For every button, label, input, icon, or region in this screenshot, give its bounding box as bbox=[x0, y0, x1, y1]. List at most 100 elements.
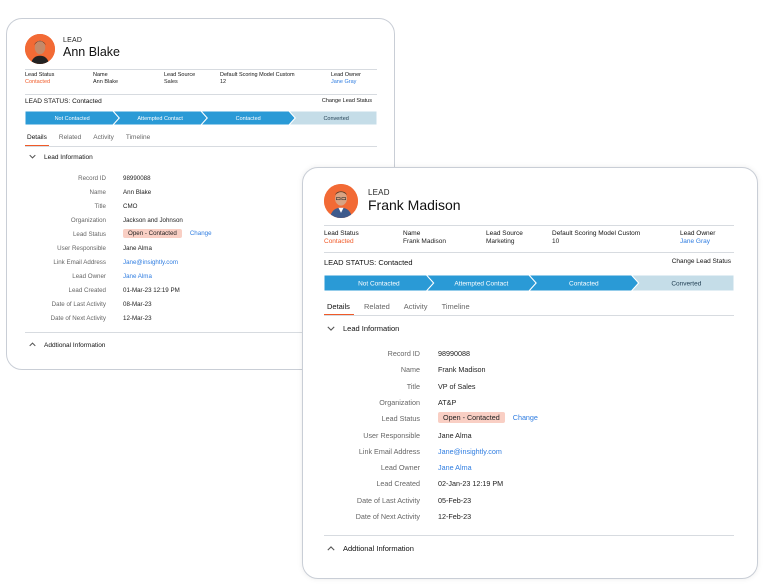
detail-label-date-of-next-activity: Date of Next Activity bbox=[50, 315, 106, 322]
summary-value-name: Frank Madison bbox=[403, 238, 446, 245]
additional-information-section-toggle[interactable]: Addtional Information bbox=[327, 544, 414, 553]
tab-details[interactable]: Details bbox=[327, 302, 350, 311]
lead-information-section-toggle[interactable]: Lead Information bbox=[29, 154, 93, 161]
detail-label-lead-status: Lead Status bbox=[72, 231, 106, 238]
summary-value-name: Ann Blake bbox=[93, 79, 119, 85]
detail-label-lead-owner: Lead Owner bbox=[72, 273, 106, 280]
lead-type-label: LEAD bbox=[368, 188, 390, 197]
summary-label-lead-source: Lead Source bbox=[164, 72, 196, 78]
pipeline-stage-label: Converted bbox=[671, 280, 701, 287]
detail-label-date-of-next-activity: Date of Next Activity bbox=[355, 512, 420, 521]
lead-information-section-toggle[interactable]: Lead Information bbox=[327, 324, 399, 333]
lead-name-heading: Frank Madison bbox=[368, 197, 461, 213]
summary-label-lead-status: Lead Status bbox=[324, 230, 359, 237]
detail-label-record-id: Record ID bbox=[387, 349, 420, 358]
tab-related[interactable]: Related bbox=[364, 302, 390, 311]
status-badge: Open - Contacted bbox=[123, 229, 182, 238]
change-status-link[interactable]: Change bbox=[190, 230, 212, 237]
lead-name-heading: Ann Blake bbox=[63, 45, 120, 59]
detail-label-user-responsible: User Responsible bbox=[57, 245, 106, 252]
summary-label-lead-status: Lead Status bbox=[25, 72, 55, 78]
lead-card-frank-madison: LEAD Frank Madison Lead Status Contacted N… bbox=[302, 167, 758, 579]
detail-label-lead-status: Lead Status bbox=[381, 414, 420, 424]
detail-value-lead-owner[interactable]: Jane Alma bbox=[123, 273, 152, 280]
detail-label-lead-created: Lead Created bbox=[68, 287, 107, 294]
detail-value-lead-owner[interactable]: Jane Alma bbox=[438, 463, 472, 472]
summary-value-default-scoring-model-custom: 12 bbox=[220, 79, 227, 85]
lead-status-pipeline: Not Contacted Attempted Contact Contacted C… bbox=[324, 275, 734, 291]
detail-value-organization: AT&P bbox=[438, 397, 457, 407]
tab-timeline[interactable]: Timeline bbox=[126, 134, 150, 141]
chevron-up-icon bbox=[327, 544, 335, 553]
detail-value-date-of-next-activity: 12-Feb-23 bbox=[438, 512, 472, 521]
detail-label-name: Name bbox=[89, 189, 106, 196]
divider bbox=[324, 252, 734, 253]
detail-value-date-of-next-activity: 12-Mar-23 bbox=[123, 315, 152, 322]
summary-value-lead-owner[interactable]: Jane Gray bbox=[680, 238, 710, 245]
detail-value-record-id: 98990088 bbox=[438, 349, 470, 358]
divider bbox=[324, 225, 734, 226]
pipeline-stage-label: Attempted Contact bbox=[454, 280, 508, 287]
summary-label-default-scoring-model-custom: Default Scoring Model Custom bbox=[552, 230, 641, 237]
divider bbox=[25, 94, 377, 95]
detail-value-organization: Jackson and Johnson bbox=[123, 217, 183, 224]
additional-information-section-toggle[interactable]: Addtional Information bbox=[29, 342, 105, 349]
section-title: Addtional Information bbox=[343, 544, 414, 553]
avatar bbox=[324, 184, 358, 218]
summary-value-lead-status: Contacted bbox=[25, 79, 51, 85]
change-status-link[interactable]: Change bbox=[513, 413, 538, 422]
detail-value-title: CMO bbox=[123, 203, 138, 210]
summary-value-lead-owner[interactable]: Jane Gray bbox=[331, 79, 356, 85]
section-title: Addtional Information bbox=[44, 342, 106, 349]
tab-bar: Details Related Activity Timeline bbox=[27, 134, 150, 141]
tab-activity[interactable]: Activity bbox=[93, 134, 114, 141]
summary-label-name: Name bbox=[93, 72, 108, 78]
chevron-up-icon bbox=[29, 342, 36, 349]
lead-type-label: LEAD bbox=[63, 37, 83, 44]
tab-details[interactable]: Details bbox=[27, 134, 47, 141]
detail-label-date-of-last-activity: Date of Last Activity bbox=[51, 301, 106, 308]
summary-value-lead-source: Sales bbox=[164, 79, 178, 85]
pipeline-stage-label: Not Contacted bbox=[358, 280, 400, 287]
detail-label-title: Title bbox=[406, 381, 420, 391]
section-title: Lead Information bbox=[343, 324, 400, 333]
summary-value-lead-source: Marketing bbox=[486, 238, 515, 245]
section-title: Lead Information bbox=[44, 154, 93, 161]
detail-value-date-of-last-activity: 08-Mar-23 bbox=[123, 301, 152, 308]
change-lead-status-button[interactable]: Change Lead Status bbox=[672, 258, 731, 265]
detail-label-organization: Organization bbox=[70, 217, 106, 224]
detail-value-name: Ann Blake bbox=[123, 189, 152, 196]
detail-value-link-email-address[interactable]: Jane@insightly.com bbox=[123, 259, 178, 266]
detail-label-title: Title bbox=[94, 203, 106, 210]
chevron-down-icon bbox=[327, 324, 335, 333]
detail-label-date-of-last-activity: Date of Last Activity bbox=[356, 495, 420, 505]
summary-label-name: Name bbox=[403, 230, 421, 237]
detail-label-link-email-address: Link Email Address bbox=[53, 259, 106, 266]
lead-status-pipeline: Not Contacted Attempted Contact Contacted C… bbox=[25, 111, 377, 125]
tab-activity[interactable]: Activity bbox=[404, 302, 428, 311]
detail-value-user-responsible: Jane Alma bbox=[123, 245, 152, 252]
detail-label-record-id: Record ID bbox=[78, 175, 106, 182]
detail-label-lead-owner: Lead Owner bbox=[380, 463, 420, 473]
detail-value-lead-created: 02-Jan-23 12:19 PM bbox=[438, 479, 504, 489]
pipeline-stage-label: Attempted Contact bbox=[137, 116, 183, 122]
summary-value-lead-status: Contacted bbox=[324, 238, 354, 245]
avatar bbox=[25, 34, 55, 64]
detail-value-link-email-address[interactable]: Jane@insightly.com bbox=[438, 447, 502, 456]
chevron-down-icon bbox=[29, 154, 36, 161]
summary-label-default-scoring-model-custom: Default Scoring Model Custom bbox=[220, 72, 295, 78]
tab-related[interactable]: Related bbox=[59, 134, 81, 141]
tab-timeline[interactable]: Timeline bbox=[442, 302, 470, 311]
pipeline-stage-label: Contacted bbox=[236, 116, 261, 122]
detail-value-lead-status: Open - Contacted Change bbox=[123, 229, 212, 238]
lead-status-title: LEAD STATUS: Contacted bbox=[324, 258, 413, 267]
pipeline-stage-label: Converted bbox=[323, 116, 348, 122]
divider bbox=[324, 315, 734, 316]
detail-value-date-of-last-activity: 05-Feb-23 bbox=[438, 495, 472, 505]
detail-label-user-responsible: User Responsible bbox=[363, 430, 420, 440]
change-lead-status-button[interactable]: Change Lead Status bbox=[322, 98, 372, 104]
status-badge: Open - Contacted bbox=[438, 412, 505, 424]
summary-label-lead-source: Lead Source bbox=[486, 230, 523, 237]
divider bbox=[324, 535, 734, 536]
detail-value-lead-created: 01-Mar-23 12:19 PM bbox=[123, 287, 180, 294]
